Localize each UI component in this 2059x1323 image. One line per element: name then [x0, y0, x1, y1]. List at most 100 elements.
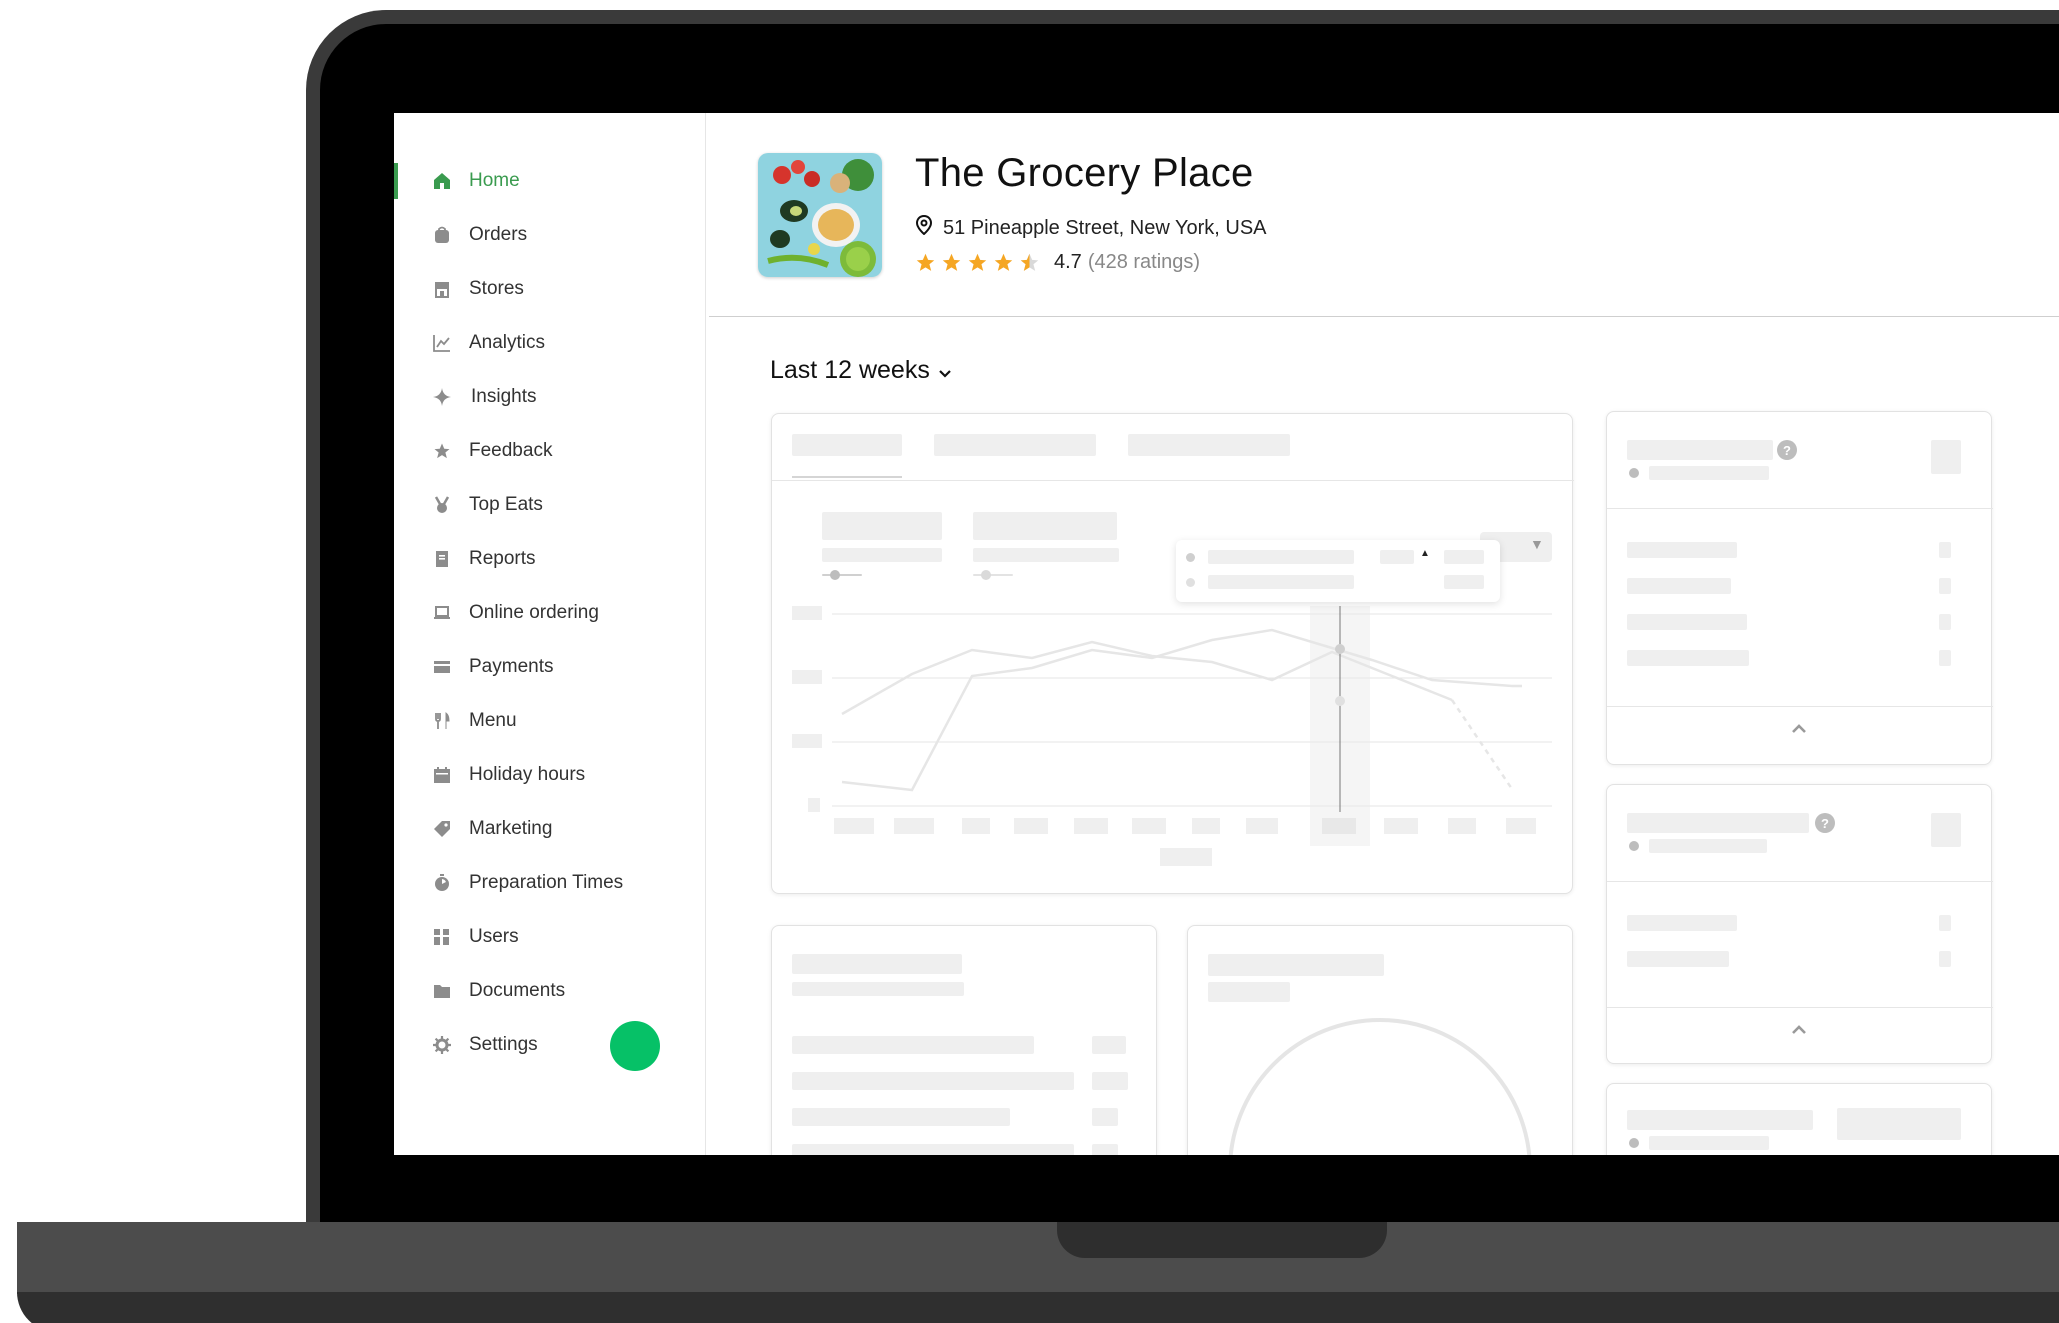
sidebar-item-label: Online ordering: [469, 602, 599, 623]
card-divider: [1607, 508, 1993, 509]
star-icon: [432, 441, 452, 461]
sidebar-item-label: Feedback: [469, 440, 553, 461]
list-value-placeholder: [1939, 542, 1951, 558]
chart-tooltip: ▲: [1176, 540, 1500, 602]
sidebar-item-label: Users: [469, 926, 519, 947]
list-value-placeholder: [1092, 1108, 1118, 1126]
document-icon: [432, 549, 452, 569]
sidebar-item-feedback[interactable]: Feedback: [394, 427, 706, 475]
chevron-down-icon: [938, 356, 952, 385]
sidebar-item-label: Analytics: [469, 332, 546, 353]
home-icon: [432, 171, 452, 191]
sidebar-item-home[interactable]: Home: [394, 157, 706, 205]
card-divider: [1607, 706, 1993, 707]
sales-chart-card: ▼ ▲: [771, 413, 1574, 894]
list-row-placeholder: [1627, 578, 1731, 594]
list-row-placeholder: [1627, 915, 1737, 931]
card-divider: [1607, 1007, 1993, 1008]
help-icon[interactable]: ?: [1815, 813, 1835, 833]
line-chart-skeleton: [792, 606, 1552, 866]
list-row-placeholder: [792, 1144, 1074, 1155]
app-screen: Home Orders Stores Analytics Insights Fe…: [394, 113, 2059, 1155]
store-icon: [432, 279, 452, 299]
list-value-placeholder: [1939, 650, 1951, 666]
star-filled-icon: [968, 253, 987, 271]
star-filled-icon: [916, 253, 935, 271]
chevron-up-icon[interactable]: [1791, 722, 1807, 740]
chart-icon: [432, 333, 452, 353]
chevron-up-icon[interactable]: [1791, 1023, 1807, 1041]
sidebar-item-label: Holiday hours: [469, 764, 586, 785]
card-action-placeholder[interactable]: [1931, 813, 1961, 847]
sidebar-item-reports[interactable]: Reports: [394, 535, 706, 583]
list-value-placeholder: [1939, 614, 1951, 630]
rating-stars: [915, 252, 1040, 273]
utensils-icon: [432, 711, 452, 731]
help-icon[interactable]: ?: [1777, 440, 1797, 460]
laptop-notch: [1057, 1222, 1387, 1258]
period-dropdown[interactable]: Last 12 weeks: [770, 356, 952, 385]
list-row-placeholder: [792, 1108, 1010, 1126]
sidebar-item-label: Documents: [469, 980, 566, 1001]
sidebar-item-online-ordering[interactable]: Online ordering: [394, 589, 706, 637]
card-subtitle-placeholder: [1649, 839, 1767, 853]
period-label: Last 12 weeks: [770, 356, 930, 384]
list-value-placeholder: [1092, 1072, 1128, 1090]
laptop-icon: [432, 603, 452, 623]
laptop-base-edge: [17, 1292, 2059, 1323]
sidebar-item-label: Orders: [469, 224, 528, 245]
gear-icon: [432, 1035, 452, 1055]
card-title-placeholder: [1627, 813, 1809, 833]
star-filled-icon: [942, 253, 961, 271]
tooltip-dot: [1186, 553, 1195, 562]
donut-skeleton: [1228, 1018, 1532, 1155]
summary-card: [1606, 1083, 1992, 1155]
status-dot: [1629, 1138, 1639, 1148]
card-subtitle-placeholder: [792, 982, 964, 996]
sidebar-item-marketing[interactable]: Marketing: [394, 805, 706, 853]
sidebar-item-label: Insights: [471, 386, 537, 407]
sidebar-item-label: Stores: [469, 278, 524, 299]
card-action-placeholder[interactable]: [1931, 440, 1961, 474]
sidebar-item-top-eats[interactable]: Top Eats: [394, 481, 706, 529]
medal-icon: [432, 495, 452, 515]
list-value-placeholder: [1939, 951, 1951, 967]
store-rating: 4.7 (428 ratings): [915, 251, 1200, 274]
sidebar-item-payments[interactable]: Payments: [394, 643, 706, 691]
bag-icon: [432, 225, 452, 245]
sidebar-item-label: Home: [469, 170, 520, 191]
sidebar-item-preparation-times[interactable]: Preparation Times: [394, 859, 706, 907]
sidebar-item-insights[interactable]: Insights: [394, 373, 706, 421]
sidebar-item-label: Top Eats: [469, 494, 543, 515]
card-title-placeholder: [1627, 1110, 1813, 1130]
header-divider: [709, 316, 2059, 317]
card-action-placeholder[interactable]: [1837, 1108, 1961, 1140]
sidebar-item-stores[interactable]: Stores: [394, 265, 706, 313]
rating-value: 4.7: [1054, 251, 1082, 273]
list-row-placeholder: [1627, 542, 1737, 558]
summary-card: ?: [1606, 411, 1993, 765]
sidebar-item-label: Reports: [469, 548, 536, 569]
list-value-placeholder: [1092, 1144, 1118, 1155]
help-chat-button[interactable]: [610, 1021, 660, 1071]
sidebar-item-analytics[interactable]: Analytics: [394, 319, 706, 367]
tooltip-value-placeholder: [1380, 550, 1414, 564]
card-title-placeholder: [1627, 440, 1773, 460]
sidebar-item-label: Marketing: [469, 818, 553, 839]
list-row-placeholder: [792, 1036, 1034, 1054]
sidebar-item-documents[interactable]: Documents: [394, 967, 706, 1015]
sidebar-item-orders[interactable]: Orders: [394, 211, 706, 259]
card-title-placeholder: [792, 954, 962, 974]
sidebar: Home Orders Stores Analytics Insights Fe…: [394, 113, 706, 1155]
list-row-placeholder: [1627, 650, 1749, 666]
tooltip-value-placeholder: [1444, 550, 1484, 564]
card-divider: [1607, 881, 1993, 882]
tooltip-dot: [1186, 578, 1195, 587]
store-address: 51 Pineapple Street, New York, USA: [915, 214, 1267, 241]
sidebar-item-users[interactable]: Users: [394, 913, 706, 961]
star-filled-icon: [994, 253, 1013, 271]
sidebar-item-menu[interactable]: Menu: [394, 697, 706, 745]
list-row-placeholder: [792, 1072, 1074, 1090]
list-value-placeholder: [1939, 915, 1951, 931]
sidebar-item-holiday-hours[interactable]: Holiday hours: [394, 751, 706, 799]
